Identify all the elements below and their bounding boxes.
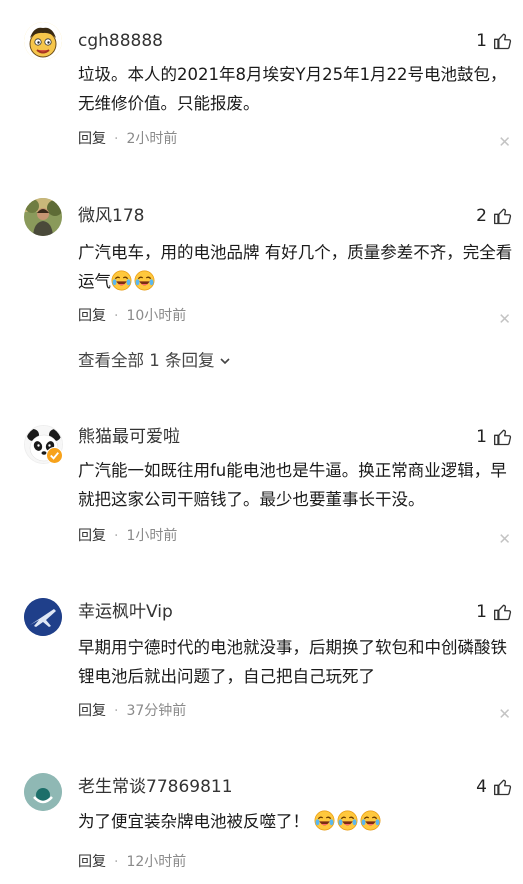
like-button[interactable]: 1 bbox=[476, 426, 513, 448]
reply-button[interactable]: 回复 bbox=[78, 703, 106, 719]
laughing-crying-emoji bbox=[111, 270, 132, 291]
reply-button[interactable]: 回复 bbox=[78, 308, 106, 324]
avatar[interactable] bbox=[24, 773, 62, 811]
comment-text: 垃圾。本人的2021年8月埃安Y月25年1月22号电池鼓包，无维修价值。只能报废… bbox=[78, 65, 507, 113]
comment-text: 广汽电车，用的电池品牌 有好几个，质量参差不齐，完全看运气 bbox=[78, 238, 518, 296]
avatar[interactable] bbox=[24, 198, 62, 236]
comment-meta: 回复 · 1小时前 bbox=[78, 526, 177, 546]
default-avatar-icon bbox=[24, 773, 62, 811]
username[interactable]: 老生常谈77869811 bbox=[78, 776, 233, 798]
close-icon[interactable]: ✕ bbox=[498, 133, 511, 151]
person-photo-avatar-icon bbox=[24, 198, 62, 236]
like-button[interactable]: 1 bbox=[476, 601, 513, 623]
laughing-crying-emoji bbox=[134, 270, 155, 291]
avatar[interactable] bbox=[24, 598, 62, 636]
comment-meta: 回复 · 37分钟前 bbox=[78, 701, 186, 721]
comment-text: 为了便宜装杂牌电池被反噬了！ bbox=[78, 807, 518, 836]
thumbs-up-icon bbox=[494, 33, 512, 50]
like-button[interactable]: 4 bbox=[476, 776, 513, 798]
avatar[interactable] bbox=[24, 22, 62, 60]
like-button[interactable]: 2 bbox=[476, 205, 513, 227]
comment-meta: 回复 · 12小时前 bbox=[78, 852, 186, 872]
verified-badge-icon bbox=[46, 447, 63, 464]
thumbs-up-icon bbox=[494, 604, 512, 621]
username[interactable]: 熊猫最可爱啦 bbox=[78, 426, 180, 448]
laughing-crying-emoji bbox=[360, 810, 381, 831]
username[interactable]: 幸运枫叶Vip bbox=[78, 601, 173, 623]
comment-text-body: 为了便宜装杂牌电池被反噬了！ bbox=[78, 812, 309, 831]
cartoon-face-avatar-icon bbox=[24, 22, 62, 60]
comment-meta: 回复 · 2小时前 bbox=[78, 129, 177, 149]
view-all-replies-label: 查看全部 1 条回复 bbox=[78, 351, 215, 370]
separator-dot: · bbox=[114, 131, 119, 147]
separator-dot: · bbox=[114, 308, 119, 324]
close-icon[interactable]: ✕ bbox=[498, 310, 511, 328]
timestamp: 12小时前 bbox=[126, 854, 187, 870]
comment-text: 早期用宁德时代的电池就没事，后期换了软包和中创磷酸铁锂电池后就出问题了，自己把自… bbox=[78, 638, 507, 686]
comment-text: 广汽能一如既往用fu能电池也是牛逼。换正常商业逻辑，早就把这家公司干赔钱了。最少… bbox=[78, 461, 507, 509]
separator-dot: · bbox=[114, 854, 119, 870]
timestamp: 37分钟前 bbox=[126, 703, 187, 719]
username[interactable]: cgh88888 bbox=[78, 30, 163, 52]
like-count: 1 bbox=[476, 31, 487, 51]
chevron-down-icon bbox=[219, 358, 230, 365]
timestamp: 1小时前 bbox=[126, 528, 178, 544]
like-button[interactable]: 1 bbox=[476, 30, 513, 52]
timestamp: 10小时前 bbox=[126, 308, 187, 324]
like-count: 1 bbox=[476, 427, 487, 447]
like-count: 4 bbox=[476, 777, 487, 797]
comment-meta: 回复 · 10小时前 bbox=[78, 306, 186, 326]
thumbs-up-icon bbox=[494, 208, 512, 225]
like-count: 2 bbox=[476, 206, 487, 226]
close-icon[interactable]: ✕ bbox=[498, 705, 511, 723]
jet-avatar-icon bbox=[24, 598, 62, 636]
laughing-crying-emoji bbox=[337, 810, 358, 831]
like-count: 1 bbox=[476, 602, 487, 622]
thumbs-up-icon bbox=[494, 779, 512, 796]
reply-button[interactable]: 回复 bbox=[78, 528, 106, 544]
reply-button[interactable]: 回复 bbox=[78, 131, 106, 147]
view-all-replies-link[interactable]: 查看全部 1 条回复 bbox=[78, 350, 231, 372]
timestamp: 2小时前 bbox=[126, 131, 178, 147]
username[interactable]: 微风178 bbox=[78, 205, 144, 227]
separator-dot: · bbox=[114, 703, 119, 719]
laughing-crying-emoji bbox=[314, 810, 335, 831]
thumbs-up-icon bbox=[494, 429, 512, 446]
separator-dot: · bbox=[114, 528, 119, 544]
reply-button[interactable]: 回复 bbox=[78, 854, 106, 870]
close-icon[interactable]: ✕ bbox=[498, 530, 511, 548]
